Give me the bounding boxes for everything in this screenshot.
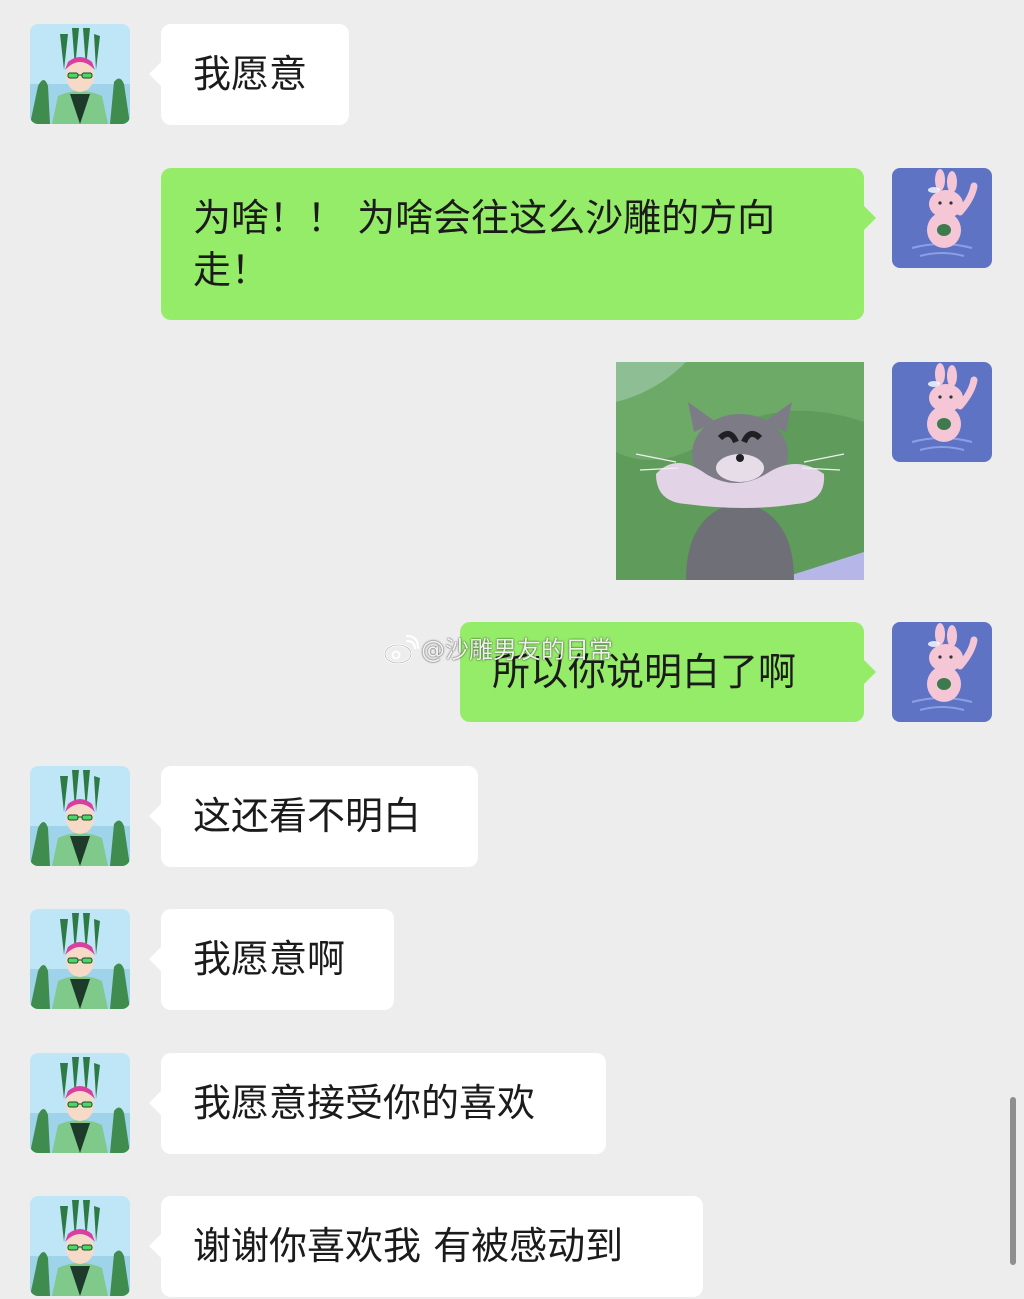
message-bubble-outgoing[interactable]: 为啥！！ 为啥会往这么沙雕的方向 走！ [161, 168, 876, 320]
message-bubble-incoming[interactable]: 我愿意接受你的喜欢 [149, 1053, 606, 1154]
friend-avatar[interactable] [30, 766, 130, 866]
my-avatar[interactable] [892, 622, 992, 722]
weibo-icon [383, 635, 419, 665]
tom-cat-sticker-message[interactable] [616, 362, 864, 580]
message-bubble-incoming[interactable]: 我愿意啊 [149, 909, 394, 1010]
friend-avatar[interactable] [30, 1196, 130, 1296]
my-avatar[interactable] [892, 168, 992, 268]
my-avatar-image [892, 622, 992, 722]
message-bubble-incoming[interactable]: 我愿意 [149, 24, 349, 125]
message-bubble-incoming[interactable]: 这还看不明白 [149, 766, 478, 867]
friend-avatar[interactable] [30, 909, 130, 1009]
weibo-watermark: @沙雕男友的日常 [383, 630, 613, 670]
my-avatar-image [892, 362, 992, 462]
tom-cat-arms-crossed-sticker [616, 362, 864, 580]
friend-avatar[interactable] [30, 1053, 130, 1153]
my-avatar-image [892, 168, 992, 268]
friend-avatar-image [30, 1196, 130, 1296]
friend-avatar-image [30, 909, 130, 1009]
scrollbar[interactable] [1010, 1097, 1016, 1265]
friend-avatar[interactable] [30, 24, 130, 124]
my-avatar[interactable] [892, 362, 992, 462]
friend-avatar-image [30, 24, 130, 124]
message-bubble-incoming[interactable]: 谢谢你喜欢我 有被感动到 [149, 1196, 703, 1297]
friend-avatar-image [30, 1053, 130, 1153]
watermark-text: @沙雕男友的日常 [421, 636, 613, 664]
friend-avatar-image [30, 766, 130, 866]
